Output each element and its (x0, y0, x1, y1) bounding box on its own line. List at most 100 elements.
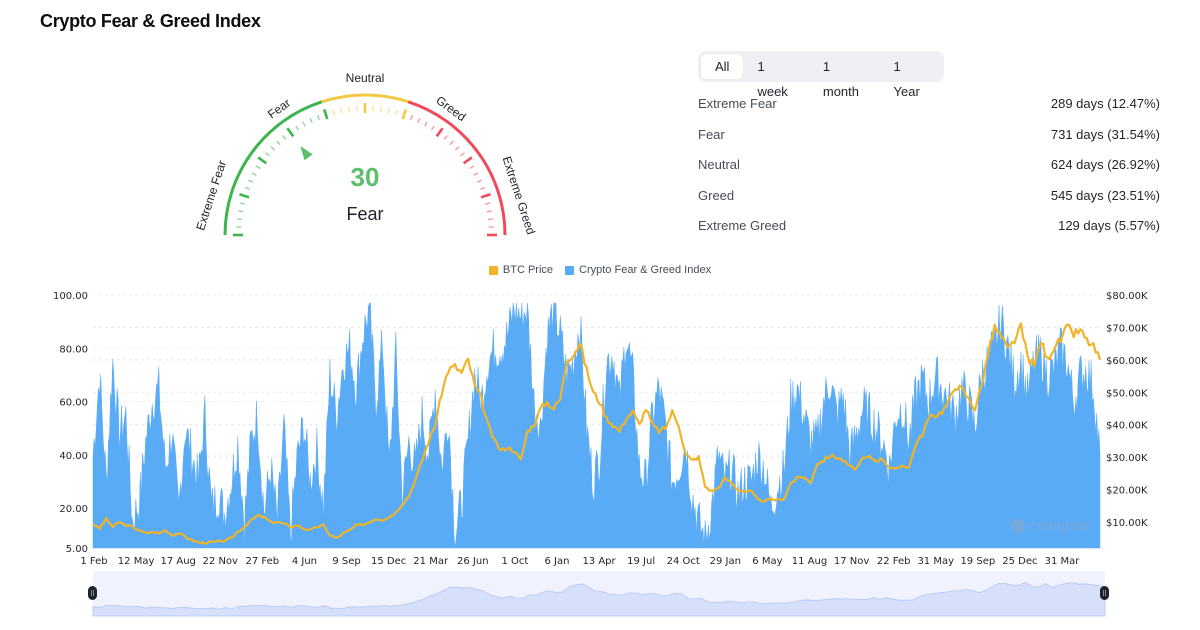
navigator-handle-right[interactable] (1100, 586, 1109, 600)
chart-legend: BTC Price Crypto Fear & Greed Index (0, 264, 1200, 276)
fear-greed-area (92, 302, 1101, 549)
gauge-minor-tick (340, 108, 343, 114)
page-title: Crypto Fear & Greed Index (40, 11, 261, 31)
gauge-major-tick (480, 192, 491, 199)
gauge-minor-tick (460, 152, 465, 157)
y-left-tick-label: 100.00 (53, 291, 88, 302)
y-right-tick-label: $20.00K (1106, 486, 1148, 497)
y-right-tick-label: $10.00K (1106, 518, 1148, 529)
stat-label: Neutral (698, 157, 740, 172)
stat-label: Extreme Fear (698, 96, 777, 111)
gauge-major-tick (435, 127, 444, 138)
legend-item-fear-greed[interactable]: Crypto Fear & Greed Index (565, 264, 711, 276)
fear-greed-gauge: Extreme Fear Fear Neutral Greed Extreme Gree… (180, 50, 560, 240)
x-tick-label: 31 May (917, 556, 954, 567)
gauge-minor-tick (417, 117, 421, 124)
x-tick-label: 11 Aug (792, 556, 827, 567)
gauge-minor-tick (449, 140, 454, 146)
x-tick-label: 17 Nov (834, 556, 870, 567)
x-tick-label: 17 Aug (160, 556, 195, 567)
y-left-tick-label: 80.00 (59, 344, 88, 355)
gauge-minor-tick (332, 109, 335, 116)
y-left-tick-label: 60.00 (59, 398, 88, 409)
gauge-minor-tick (424, 121, 428, 127)
gauge-minor-tick (270, 146, 276, 151)
gauge-major-tick (322, 109, 329, 120)
y-right-tick-label: $50.00K (1106, 388, 1148, 399)
stat-value: 289 days (12.47%) (1050, 96, 1160, 111)
gauge-classification: Fear (346, 204, 384, 224)
x-tick-label: 19 Sep (960, 556, 995, 567)
x-tick-label: 22 Nov (203, 556, 239, 567)
x-tick-label: 24 Oct (667, 556, 700, 567)
gauge-arc-segment (321, 93, 409, 104)
gauge-minor-tick (348, 106, 351, 113)
stat-row-neutral: Neutral 624 days (26.92%) (698, 153, 1160, 184)
gauge-major-tick (239, 192, 250, 199)
x-tick-label: 4 Jun (292, 556, 317, 567)
sentiment-stats-list: Extreme Fear 289 days (12.47%) Fear 731 … (698, 92, 1160, 245)
y-left-tick-label: 40.00 (59, 451, 88, 462)
stat-row-greed: Greed 545 days (23.51%) (698, 184, 1160, 215)
gauge-minor-tick (276, 140, 281, 146)
gauge-major-tick (286, 127, 295, 138)
coinglass-watermark: coinglass (1030, 519, 1091, 534)
stat-row-extreme-greed: Extreme Greed 129 days (5.57%) (698, 214, 1160, 245)
x-tick-label: 15 Dec (371, 556, 406, 567)
stat-value: 624 days (26.92%) (1050, 157, 1160, 172)
x-tick-label: 13 Apr (582, 556, 616, 567)
x-tick-label: 22 Feb (877, 556, 911, 567)
gauge-minor-tick (316, 114, 321, 120)
gauge-minor-tick (282, 135, 287, 140)
time-range-tabs: All 1 week 1 month 1 Year (698, 51, 944, 99)
y-right-tick-label: $30.00K (1106, 453, 1148, 464)
stat-value: 731 days (31.54%) (1050, 126, 1160, 142)
gauge-zone-label: Greed (433, 93, 468, 124)
stat-row-fear: Fear 731 days (31.54%) (698, 123, 1160, 154)
y-right-tick-label: $40.00K (1106, 421, 1148, 432)
gauge-minor-tick (395, 109, 398, 116)
tab-all[interactable]: All (701, 54, 744, 79)
navigator-handle-left[interactable] (88, 586, 97, 600)
legend-label: Crypto Fear & Greed Index (579, 264, 712, 276)
gauge-minor-tick (454, 146, 460, 151)
stat-value: 129 days (5.57%) (1058, 218, 1160, 233)
gauge-minor-tick (387, 108, 390, 114)
tab-1-month[interactable]: 1 month (809, 54, 880, 99)
stat-row-extreme-fear: Extreme Fear 289 days (12.47%) (698, 92, 1160, 123)
chart-canvas: coinglass 100.00 80.00 60.00 40.00 20.00 5.00 $… (53, 291, 1148, 617)
tab-1-year[interactable]: 1 Year (880, 54, 941, 99)
gauge-value: 30 (350, 162, 380, 192)
stat-label: Fear (698, 126, 725, 142)
stat-label: Greed (698, 187, 735, 203)
y-right-tick-label: $80.00K (1106, 291, 1148, 302)
x-tick-label: 29 Jan (710, 556, 741, 567)
gauge-minor-tick (309, 117, 313, 124)
x-tick-label: 6 Jan (544, 556, 569, 567)
gauge-major-tick (401, 109, 408, 120)
x-tick-label: 9 Sep (332, 556, 360, 567)
legend-swatch-fgi (565, 265, 575, 275)
legend-swatch-btc (488, 265, 498, 275)
gauge-zone-label: Neutral (346, 71, 385, 85)
stat-label: Extreme Greed (698, 218, 787, 233)
x-tick-label: 27 Feb (246, 556, 280, 567)
x-tick-label: 1 Oct (501, 556, 528, 567)
y-left-tick-label: 5.00 (66, 544, 88, 555)
x-tick-label: 12 May (118, 556, 155, 567)
gauge-minor-tick (443, 135, 448, 140)
tab-1-week[interactable]: 1 week (743, 54, 808, 99)
x-tick-label: 25 Dec (1002, 556, 1037, 567)
y-left-tick-label: 20.00 (59, 504, 88, 515)
gauge-minor-tick (379, 106, 382, 113)
y-right-tick-label: $60.00K (1106, 356, 1148, 367)
legend-label: BTC Price (502, 264, 554, 276)
gauge-minor-tick (302, 121, 306, 127)
x-tick-label: 26 Jun (457, 556, 489, 567)
x-tick-label: 31 Mar (1045, 556, 1081, 567)
coinglass-logo-icon (1011, 519, 1025, 533)
x-tick-label: 21 Mar (413, 556, 449, 567)
legend-item-btc-price[interactable]: BTC Price (488, 264, 554, 276)
gauge-needle-icon (300, 146, 313, 161)
gauge-minor-tick (409, 114, 414, 120)
